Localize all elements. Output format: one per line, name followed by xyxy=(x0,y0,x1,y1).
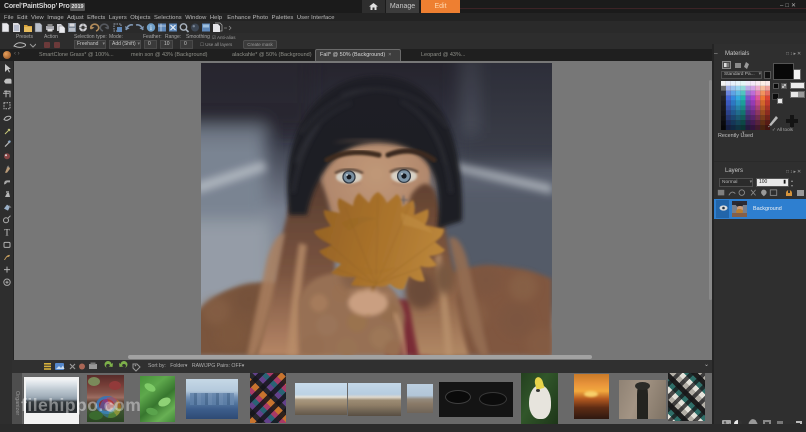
svg-text:T: T xyxy=(4,227,10,237)
svg-text:i: i xyxy=(150,24,152,32)
